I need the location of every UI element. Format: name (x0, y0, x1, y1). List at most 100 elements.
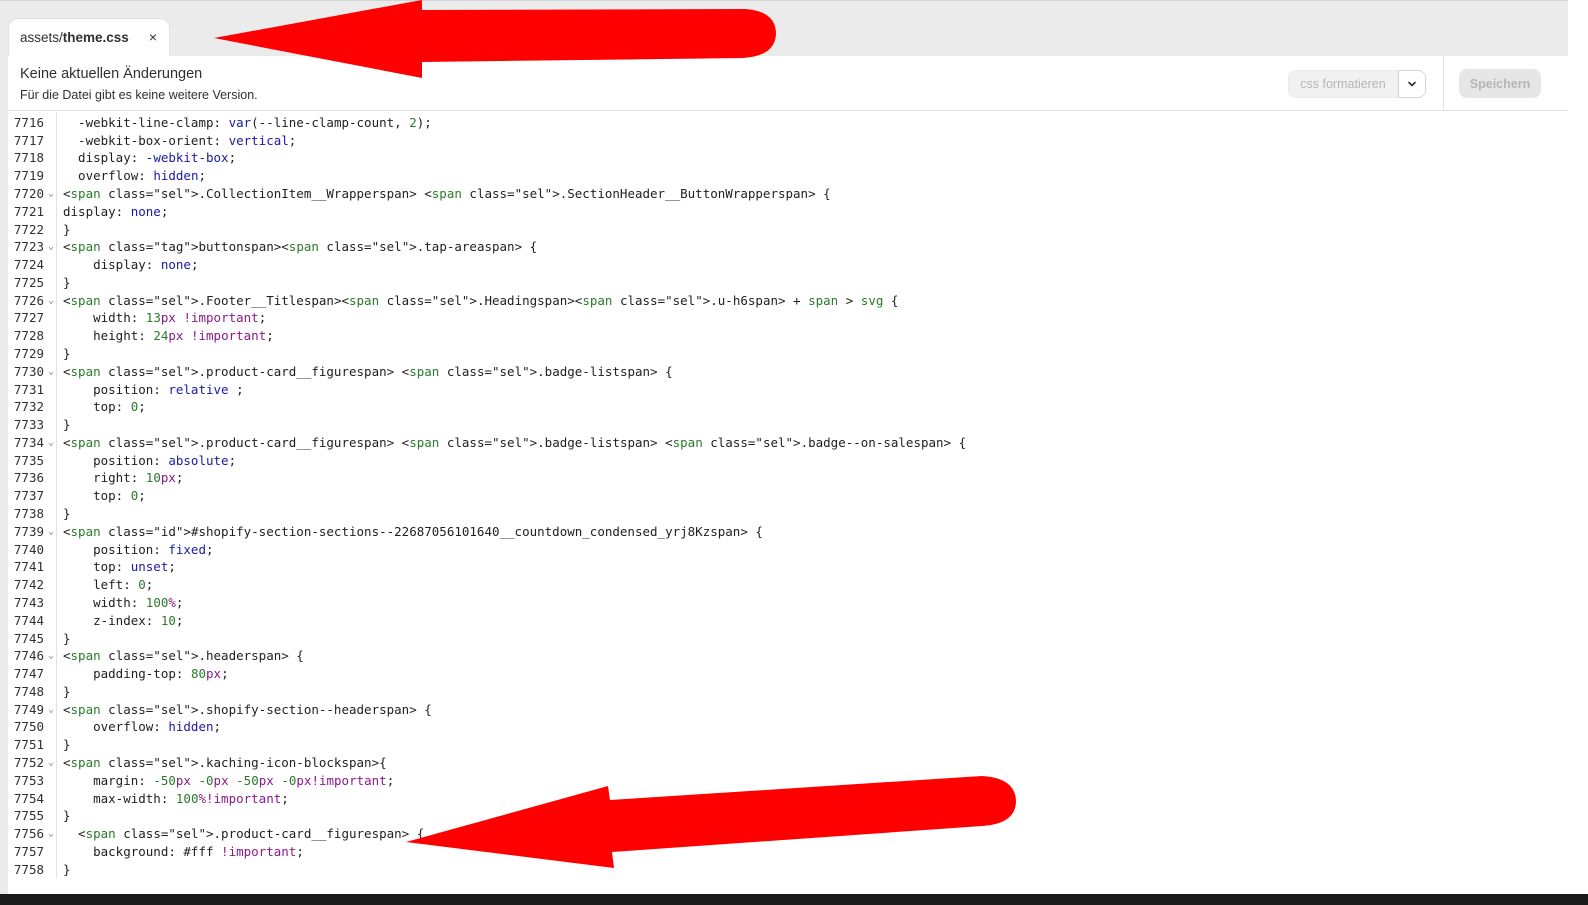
code-line[interactable]: 7730 ⌄ <span class="sel">.product-card__fi… (8, 362, 1568, 380)
code-line[interactable]: 7742 left: 0; (8, 576, 1568, 594)
code-line[interactable]: 7725} (8, 274, 1568, 292)
line-number: 7743 (13, 594, 44, 610)
code-line[interactable]: 7735 position: absolute; (8, 451, 1568, 469)
line-number: 7716 (13, 114, 44, 130)
code-line[interactable]: 7737 top: 0; (8, 487, 1568, 505)
code-line[interactable]: 7744 z-index: 10; (8, 611, 1568, 629)
code-line[interactable]: 7746 ⌄ <span class="sel">.headerspan> { (8, 647, 1568, 665)
code-line[interactable]: 7740 position: fixed; (8, 540, 1568, 558)
code-text: width: 13px !important; (63, 310, 267, 326)
line-number: 7718 (13, 150, 44, 166)
line-number: 7724 (13, 257, 44, 273)
line-number: 7745 (13, 630, 44, 646)
code-text: display: none; (63, 257, 199, 273)
code-text: -webkit-line-clamp: var(--line-clamp-cou… (63, 114, 432, 130)
code-text: height: 24px !important; (63, 328, 274, 344)
line-number: 7717 (13, 132, 44, 148)
line-number: 7750 (13, 719, 44, 735)
line-number: 7744 (13, 612, 44, 628)
code-text: } (63, 346, 71, 362)
code-line[interactable]: 7741 top: unset; (8, 558, 1568, 576)
code-line[interactable]: 7726 ⌄ <span class="sel">.Footer__Titlespa… (8, 291, 1568, 309)
fold-chevron-icon[interactable]: ⌄ (44, 526, 58, 537)
code-line[interactable]: 7720 ⌄ <span class="sel">.CollectionItem__… (8, 185, 1568, 203)
code-line[interactable]: 7732 top: 0; (8, 398, 1568, 416)
code-text: } (63, 221, 71, 237)
code-text: } (63, 737, 71, 753)
code-line[interactable]: 7736 right: 10px; (8, 469, 1568, 487)
line-number: 7742 (13, 577, 44, 593)
code-line[interactable]: 7728 height: 24px !important; (8, 327, 1568, 345)
code-line[interactable]: 7733} (8, 416, 1568, 434)
code-line[interactable]: 7717 -webkit-box-orient: vertical; (8, 131, 1568, 149)
code-text: overflow: hidden; (63, 719, 222, 735)
line-number: 7758 (13, 861, 44, 877)
code-text: <span class="sel">.Footer__Titlespan><sp… (63, 292, 899, 308)
format-button-group: css formatieren (1288, 70, 1426, 98)
line-number: 7733 (13, 417, 44, 433)
fold-chevron-icon[interactable]: ⌄ (44, 650, 58, 661)
format-css-button[interactable]: css formatieren (1288, 70, 1398, 98)
line-number: 7753 (13, 772, 44, 788)
fold-chevron-icon[interactable]: ⌄ (44, 188, 58, 199)
line-number: 7720 (13, 186, 44, 201)
code-line[interactable]: 7727 width: 13px !important; (8, 309, 1568, 327)
code-text: position: absolute; (63, 452, 237, 468)
format-dropdown-button[interactable] (1398, 70, 1426, 98)
fold-chevron-icon[interactable]: ⌄ (44, 366, 58, 377)
fold-chevron-icon[interactable]: ⌄ (44, 828, 58, 839)
code-text: width: 100%; (63, 594, 184, 610)
code-line[interactable]: 7749 ⌄ <span class="sel">.shopify-section-… (8, 700, 1568, 718)
fold-chevron-icon[interactable]: ⌄ (44, 437, 58, 448)
line-number: 7746 (13, 648, 44, 664)
code-line[interactable]: 7743 width: 100%; (8, 594, 1568, 612)
code-line[interactable]: 7731 position: relative ; (8, 380, 1568, 398)
code-line[interactable]: 7724 display: none; (8, 256, 1568, 274)
code-line[interactable]: 7719 overflow: hidden; (8, 167, 1568, 185)
code-line[interactable]: 7718 display: -webkit-box; (8, 149, 1568, 167)
save-button[interactable]: Speichern (1459, 69, 1541, 98)
code-text: left: 0; (63, 577, 154, 593)
line-number: 7756 (13, 826, 44, 842)
code-text: <span class="sel">.product-card__figures… (63, 826, 425, 842)
line-number: 7727 (13, 310, 44, 326)
tab-theme-css[interactable]: assets/theme.css × (8, 18, 170, 56)
code-text: } (63, 417, 71, 433)
code-text: margin: -50px -0px -50px -0px!important; (63, 772, 395, 788)
code-line[interactable]: 7745} (8, 629, 1568, 647)
code-line[interactable]: 7734 ⌄ <span class="sel">.product-card__fi… (8, 434, 1568, 452)
fold-chevron-icon[interactable]: ⌄ (44, 295, 58, 306)
code-line[interactable]: 7739 ⌄ <span class="id">#shopify-section-s… (8, 522, 1568, 540)
code-text: } (63, 506, 71, 522)
bottom-edge (0, 894, 1588, 905)
code-line[interactable]: 7729} (8, 345, 1568, 363)
code-line[interactable]: 7738} (8, 505, 1568, 523)
code-text: overflow: hidden; (63, 168, 206, 184)
code-text: <span class="sel">.kaching-icon-blockspa… (63, 754, 387, 770)
code-line[interactable]: 7747 padding-top: 80px; (8, 665, 1568, 683)
code-line[interactable]: 7722} (8, 220, 1568, 238)
line-number: 7757 (13, 843, 44, 859)
fold-chevron-icon[interactable]: ⌄ (44, 241, 58, 252)
code-line[interactable]: 7721 display: none; (8, 202, 1568, 220)
code-line[interactable]: 7723 ⌄ <span class="tag">buttonspan><span … (8, 238, 1568, 256)
code-text: } (63, 274, 71, 290)
code-text: position: fixed; (63, 541, 214, 557)
code-text: <span class="id">#shopify-section-sectio… (63, 523, 763, 539)
code-line[interactable]: 7751} (8, 736, 1568, 754)
close-icon[interactable]: × (149, 29, 157, 45)
fold-chevron-icon[interactable]: ⌄ (44, 757, 58, 768)
chevron-down-icon (1408, 81, 1416, 87)
code-line[interactable]: 7750 overflow: hidden; (8, 718, 1568, 736)
code-line[interactable]: 7752 ⌄ <span class="sel">.kaching-icon-blo… (8, 754, 1568, 772)
annotation-arrow-bottom (406, 776, 1016, 868)
header-divider (1443, 56, 1444, 110)
code-text: <span class="sel">.headerspan> { (63, 648, 304, 664)
line-number: 7734 (13, 434, 44, 450)
fold-chevron-icon[interactable]: ⌄ (44, 704, 58, 715)
code-line[interactable]: 7748} (8, 682, 1568, 700)
line-number: 7741 (13, 559, 44, 575)
code-line[interactable]: 7716 -webkit-line-clamp: var(--line-clam… (8, 114, 1568, 132)
line-number: 7732 (13, 399, 44, 415)
editor-window: assets/theme.css × Keine aktuellen Änder… (0, 0, 1568, 895)
